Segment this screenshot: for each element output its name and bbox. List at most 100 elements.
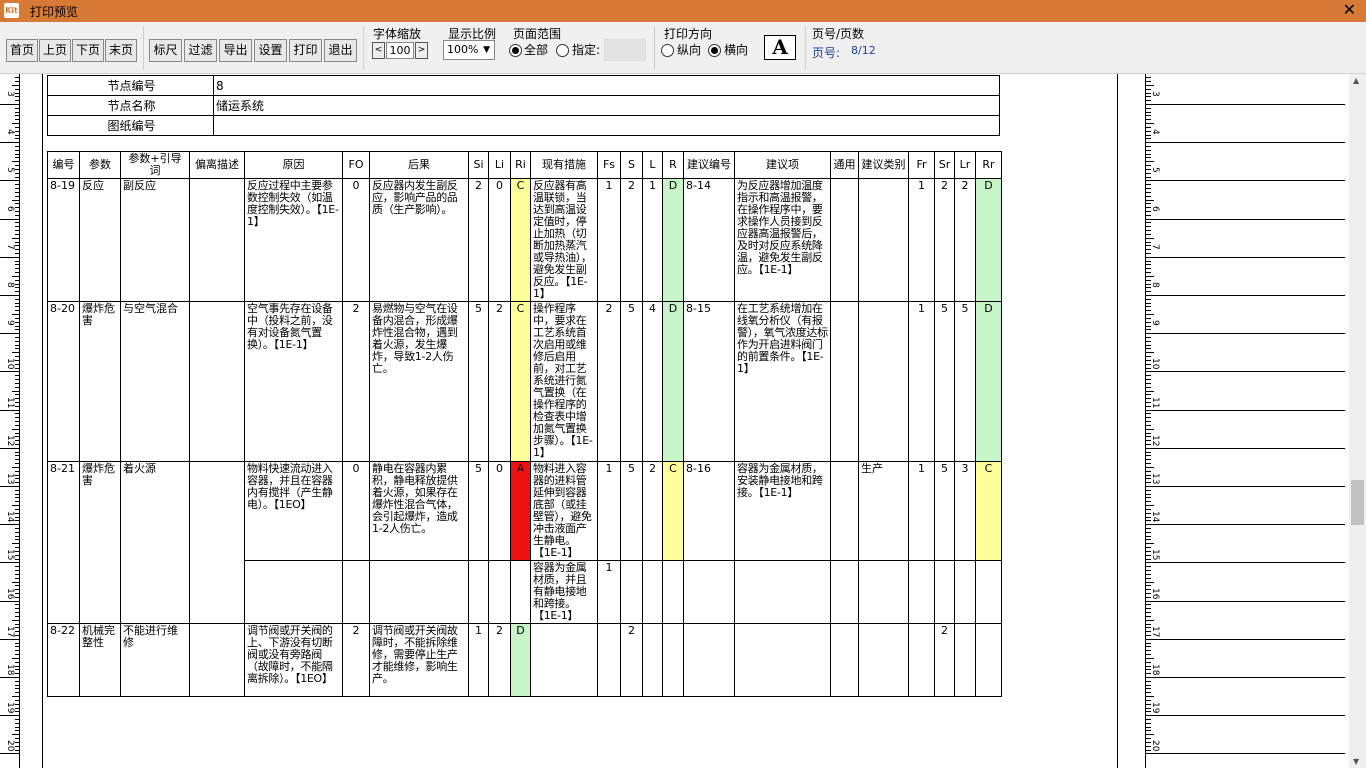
ruler-tick [1146,692,1151,694]
ruler-number: 11 [5,396,15,409]
ruler-tick [15,325,20,327]
ruler-tick [1146,677,1151,678]
font-zoom-decrease-button[interactable]: < [372,42,385,59]
ruler-number: 9 [1150,320,1160,326]
right-ruler[interactable]: 3 4 5 6 7 8 9 10 11 12 13 14 15 16 17 18 19 20 [1145,74,1345,768]
ruler-tick [15,566,20,568]
ruler-tick [1146,340,1151,342]
display-ratio-select[interactable]: 100% ▼ [443,40,495,60]
ruler-tick [1146,459,1151,461]
ruler-tick [15,157,20,159]
row-ri [510,560,531,624]
ruler-tick [1146,577,1151,579]
last-page-button[interactable]: 末页 [105,39,137,62]
page-number-label: 页号: [812,46,841,60]
row-fs: 2 [597,301,621,462]
ruler-number: 4 [5,129,15,135]
ruler-tick [15,394,20,396]
ruler-tick [1146,531,1151,533]
row-id: 8-21 [47,461,80,624]
ruler-tick [15,409,20,411]
settings-button[interactable]: 设置 [254,39,287,62]
ruler-tick [15,295,20,296]
ruler-tick [15,600,20,602]
landscape-radio[interactable] [708,44,721,57]
page-right-border [1117,74,1118,768]
table-row: 8-19 反应 副反应 反应过程中主要参数控制失效（如温度控制失效）。【1E-1… [47,178,1002,302]
ruler-tick [1146,547,1151,549]
page-range-specified-label: 指定: [572,43,601,57]
column-header: R [662,151,684,179]
ruler-tick [15,401,20,403]
app-icon: Kit [4,3,19,18]
page-range-specified-radio[interactable] [556,44,569,57]
ruler-tick [1146,615,1151,617]
scroll-down-icon[interactable]: ▼ [1353,757,1359,766]
row-li: 2 [488,301,511,462]
row-lr: 2 [954,178,976,302]
export-button[interactable]: 导出 [219,39,252,62]
ruler-tick [15,252,20,254]
font-zoom-label: 字体缩放 [373,27,422,41]
page-range-input[interactable] [604,39,646,61]
ruler-tick [1146,524,1345,526]
ruler-tick [1146,218,1151,220]
ruler-tick [1146,638,1151,640]
left-ruler[interactable]: 3 4 5 6 7 8 9 10 11 12 13 14 15 16 17 18 19 20 [0,74,20,768]
ruler-button[interactable]: 标尺 [149,39,182,62]
ruler-number: 14 [1150,511,1160,523]
ruler-tick [15,218,20,220]
ruler-tick [1146,233,1151,235]
scroll-up-icon[interactable]: ▲ [1353,76,1359,85]
first-page-button[interactable]: 首页 [6,39,38,62]
exit-button[interactable]: 退出 [324,39,357,62]
ruler-tick [1146,306,1151,308]
row-fr: 1 [908,301,935,462]
print-button[interactable]: 打印 [289,39,322,62]
ruler-tick [1146,447,1345,449]
column-header: 编号 [47,151,80,179]
font-zoom-increase-button[interactable]: > [415,42,428,59]
row-category: 生产 [858,461,909,561]
row-deviation [189,461,245,624]
ruler-tick [1146,566,1151,568]
ruler-tick [1146,417,1151,419]
font-zoom-input[interactable]: 100 [386,42,414,59]
row-fo [342,560,370,624]
ruler-tick [1146,371,1345,373]
prev-page-button[interactable]: 上页 [39,39,71,62]
column-header: 建议类别 [858,151,909,179]
page-range-all-radio[interactable] [509,44,522,57]
ruler-tick [1146,126,1151,128]
row-measure: 反应器有高温联锁，当达到高温设定值时，停止加热（切断加热蒸汽或导热油），避免发生… [530,178,598,302]
row-suggestion: 为反应器增加温度指示和高温报警，在操作程序中，要求操作人员接到反应器高温报警后，… [734,178,831,302]
ruler-tick [1146,375,1151,377]
ruler-tick [15,424,20,426]
ruler-tick [15,317,20,319]
ruler-tick [1146,524,1151,526]
ruler-tick [15,570,20,572]
column-header: Fs [597,151,621,179]
filter-button[interactable]: 过滤 [184,39,217,62]
ruler-tick [1146,421,1151,423]
scrollbar-thumb[interactable] [1351,480,1364,525]
row-rr [975,623,1002,697]
row-consequence: 反应器内发生副反应，影响产品的品质（生产影响）。 [369,178,469,302]
ruler-tick [15,478,20,480]
vertical-scrollbar[interactable]: ▲ ▼ [1349,74,1366,768]
ruler-tick [12,237,20,239]
ruler-tick [15,279,20,281]
ruler-tick [15,222,20,224]
ruler-tick [15,172,20,174]
font-settings-icon[interactable]: A [764,35,796,60]
ruler-tick [1146,123,1154,125]
row-cause: 物料快速流动进入容器，并且在容器内有搅拌（产生静电）。【1EO】 [244,461,343,561]
close-icon[interactable]: ✕ [1343,1,1356,19]
portrait-radio[interactable] [661,44,674,57]
ruler-tick [1146,394,1151,396]
ruler-number: 16 [1150,587,1160,600]
next-page-button[interactable]: 下页 [72,39,104,62]
ruler-tick [1146,153,1151,155]
ruler-number: 14 [5,511,15,523]
ruler-tick [15,165,20,167]
